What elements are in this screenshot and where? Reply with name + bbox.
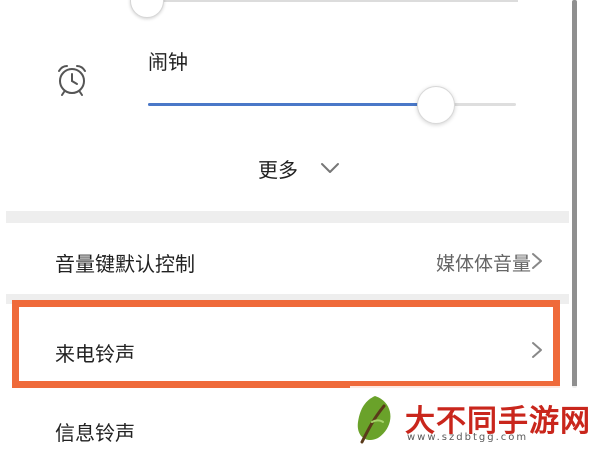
chevron-right-icon[interactable] (528, 250, 546, 272)
chevron-down-icon[interactable] (318, 156, 342, 180)
top-volume-slider-knob[interactable] (130, 0, 164, 18)
alarm-volume-slider-fill (148, 103, 435, 106)
alarm-volume-slider-knob[interactable] (417, 86, 455, 124)
message-tone-label[interactable]: 信息铃声 (55, 417, 135, 446)
ringtone-label[interactable]: 来电铃声 (55, 338, 135, 367)
alarm-volume-label: 闹钟 (148, 50, 188, 74)
volume-key-default-control-value[interactable]: 媒体体音量 (436, 249, 531, 276)
watermark-url: www.szdbtgg.com (407, 432, 529, 443)
chevron-right-icon[interactable] (528, 339, 546, 361)
volume-key-default-control-label[interactable]: 音量键默认控制 (55, 248, 195, 277)
alarm-clock-icon (54, 62, 90, 98)
top-volume-slider-track[interactable] (148, 0, 518, 2)
more-button-label[interactable]: 更多 (258, 154, 298, 183)
leaf-logo-icon (350, 392, 400, 446)
scrollbar[interactable] (572, 0, 577, 388)
section-divider (6, 211, 569, 223)
